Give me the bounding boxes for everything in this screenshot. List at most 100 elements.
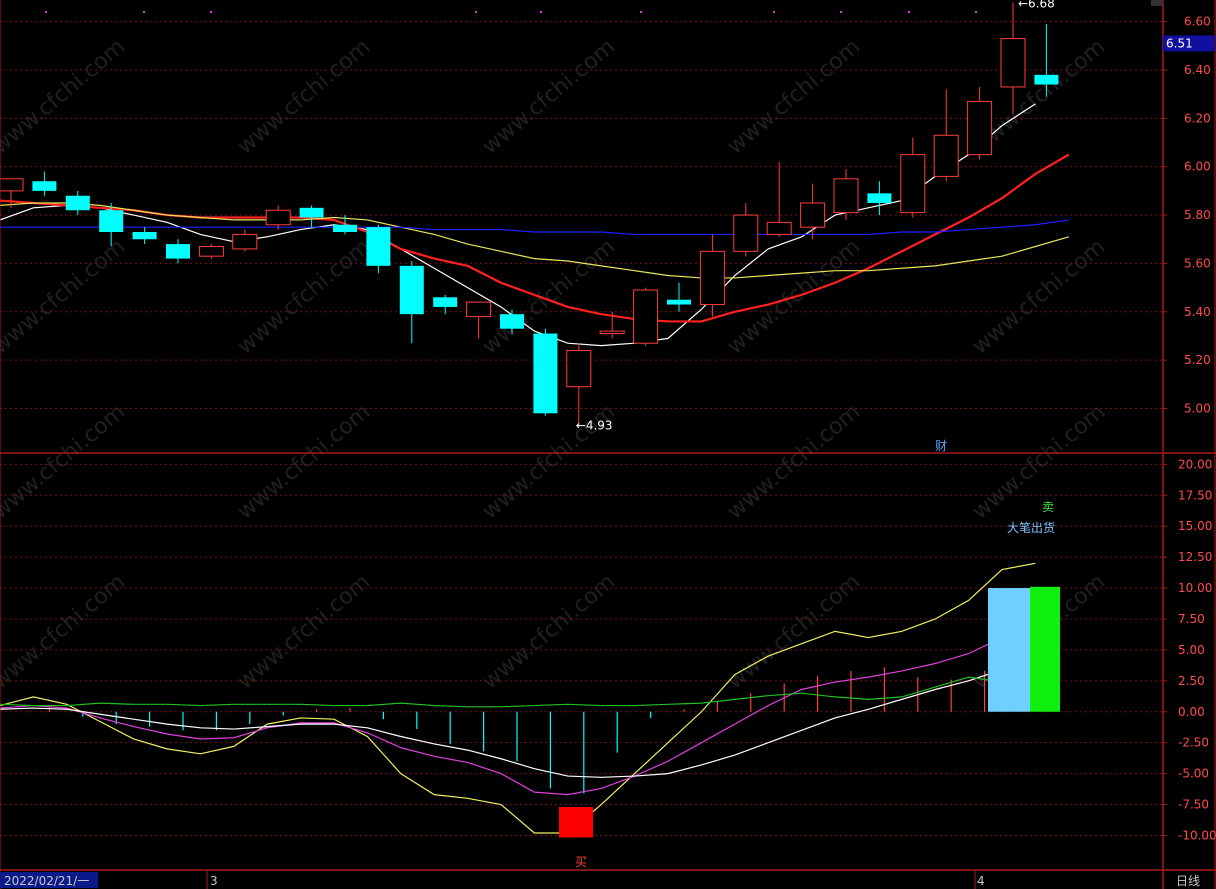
candle-body-down	[1034, 74, 1059, 85]
watermark-text: www.cfchi.com	[233, 234, 375, 359]
candle-body-down	[132, 232, 157, 240]
top-dot	[475, 11, 477, 13]
indicator-tick-label: 10.00	[1178, 581, 1212, 595]
high-annotation: ←6.68	[1018, 0, 1055, 10]
price-panel[interactable]: ←6.68 ←4.93 财	[0, 0, 1070, 453]
watermark-text: www.cfchi.com	[723, 569, 865, 694]
candle-body-down	[433, 297, 458, 307]
period-label[interactable]: 日线	[1176, 874, 1200, 888]
low-annotation: ←4.93	[576, 418, 613, 432]
indicator-tick-label: 15.00	[1178, 519, 1212, 533]
top-dot	[908, 11, 910, 13]
price-tick-label: 5.80	[1184, 208, 1211, 222]
top-dot	[45, 11, 47, 13]
candle-body-down	[533, 333, 558, 414]
candle-body-up	[633, 289, 659, 344]
candle-body-down	[667, 299, 691, 305]
candle-body-up	[1000, 38, 1026, 88]
indicator-line	[0, 659, 1036, 778]
indicator-tick-label: 20.00	[1178, 457, 1212, 471]
indicator-tick-label: 2.50	[1178, 674, 1205, 688]
indicator-tick-label: -5.00	[1178, 767, 1209, 781]
candle-body-up	[766, 221, 792, 235]
top-dot	[210, 11, 212, 13]
top-dot	[540, 11, 542, 13]
top-dot	[840, 11, 842, 13]
sell-signal-box-green	[1030, 586, 1060, 712]
price-tick-label: 6.40	[1184, 63, 1211, 77]
candle-body-down	[366, 227, 391, 266]
indicator-tick-label: 7.50	[1178, 612, 1205, 626]
candle-body-up	[900, 154, 926, 214]
candle-body-up	[198, 246, 224, 257]
top-dot	[640, 11, 642, 13]
top-dot	[773, 11, 775, 13]
buy-label: 买	[575, 855, 587, 869]
indicator-tick-label: -10.00	[1178, 828, 1216, 842]
watermark-text: www.cfchi.com	[0, 34, 130, 159]
watermark-text: www.cfchi.com	[233, 399, 375, 524]
candle-body-up	[466, 301, 492, 318]
watermark-text: www.cfchi.com	[968, 234, 1110, 359]
watermark-text: www.cfchi.com	[968, 399, 1110, 524]
candle-body-down	[32, 181, 57, 191]
indicator-tick-label: 12.50	[1178, 550, 1212, 564]
price-tick-label: 6.60	[1184, 15, 1211, 29]
month-mark-3: 3	[210, 874, 218, 888]
finance-marker: 财	[935, 439, 947, 453]
last-price-label: 6.51	[1166, 36, 1193, 50]
candle-body-up	[733, 214, 759, 252]
date-axis: 2022/02/21/一 3 4 日线	[0, 872, 1200, 888]
sell-signal-box-blue	[988, 588, 1030, 712]
top-dot	[975, 11, 977, 13]
price-tick-label: 6.00	[1184, 160, 1211, 174]
chart-frame	[0, 0, 1216, 889]
candle-body-down	[166, 244, 190, 259]
watermark-text: www.cfchi.com	[0, 399, 130, 524]
candle-body-down	[65, 195, 90, 211]
candle-body-up	[933, 134, 959, 177]
watermark-text: www.cfchi.com	[0, 234, 130, 359]
sell-text: 大笔出货	[1007, 520, 1055, 535]
watermark-text: www.cfchi.com	[723, 34, 865, 159]
candle-body-up	[232, 233, 258, 250]
candle-body-down	[500, 314, 524, 329]
candle-body-down	[299, 207, 324, 218]
candle-body-up	[599, 330, 625, 335]
watermark-text: www.cfchi.com	[233, 569, 375, 694]
watermark-text: www.cfchi.com	[478, 34, 620, 159]
indicator-tick-label: -2.50	[1178, 736, 1209, 750]
candle-body-up	[0, 178, 24, 192]
watermark-text: www.cfchi.com	[478, 569, 620, 694]
sell-label: 卖	[1042, 500, 1054, 514]
candle-body-up	[699, 250, 725, 306]
candle-body-down	[867, 193, 892, 203]
candle-body-up	[566, 349, 592, 388]
indicator-tick-label: 5.00	[1178, 643, 1205, 657]
buy-signal-box	[559, 806, 593, 838]
start-date-label: 2022/02/21/一	[4, 874, 89, 888]
indicator-tick-label: 0.00	[1178, 705, 1205, 719]
price-tick-label: 6.20	[1184, 111, 1211, 125]
top-dot	[143, 11, 145, 13]
candle-body-up	[833, 178, 859, 214]
ma-line	[0, 202, 1069, 279]
watermark-text: www.cfchi.com	[233, 34, 375, 159]
chart-canvas: www.cfchi.com www.cfchi.com www.cfchi.com w…	[0, 0, 1216, 889]
candle-body-up	[800, 202, 826, 228]
price-tick-label: 5.20	[1184, 353, 1211, 367]
axis-layer: 6.60 6.40 6.20 6.00 5.80 5.60 5.40 5.20 5.00 20.0…	[1163, 15, 1216, 842]
indicator-tick-label: 17.50	[1178, 488, 1212, 502]
indicator-panel[interactable]: 买 卖大笔出货	[0, 500, 1060, 869]
candle-body-up	[967, 100, 993, 156]
corner-box	[1151, 0, 1163, 6]
candle-body-up	[265, 209, 291, 226]
candle-body-down	[99, 210, 124, 232]
indicator-tick-label: -7.50	[1178, 798, 1209, 812]
price-tick-label: 5.00	[1184, 401, 1211, 415]
month-mark-4: 4	[977, 874, 985, 888]
watermark-text: www.cfchi.com	[723, 399, 865, 524]
indicator-line	[0, 674, 1036, 708]
price-tick-label: 5.60	[1184, 256, 1211, 270]
candle-body-down	[333, 224, 357, 232]
